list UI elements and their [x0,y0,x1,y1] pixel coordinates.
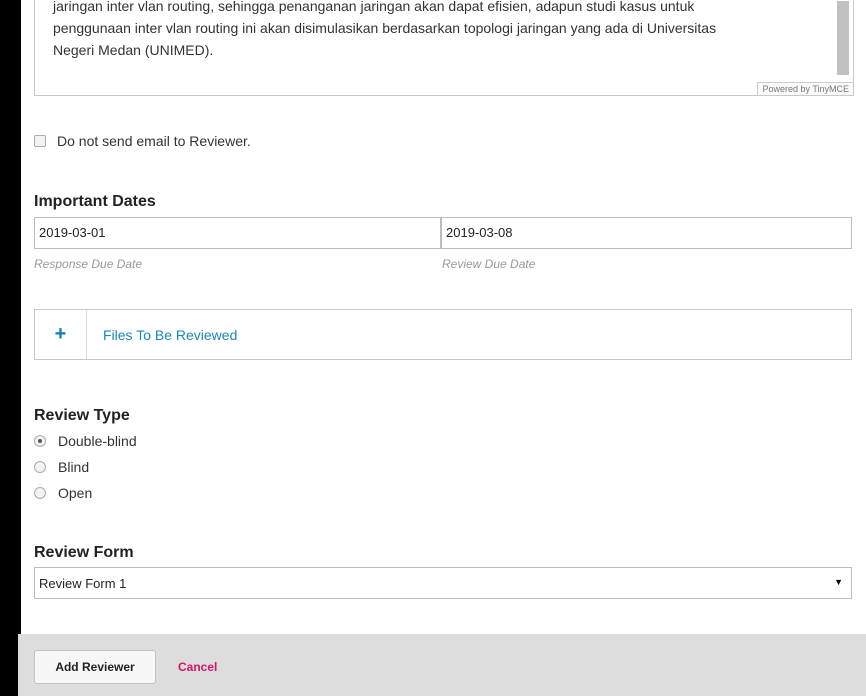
response-due-date-input[interactable]: 2019-03-01 [34,217,441,249]
skip-email-option[interactable]: Do not send email to Reviewer. [34,133,251,149]
form-footer: Add Reviewer Cancel [18,634,866,696]
radio-button[interactable] [34,461,46,473]
panel-edge [18,0,21,696]
editor-line: Negeri Medan (UNIMED). [53,42,214,58]
files-to-review-panel: + Files To Be Reviewed [34,309,852,360]
review-type-option-open[interactable]: Open [34,485,92,501]
expand-plus-icon[interactable]: + [35,310,87,359]
rich-text-editor[interactable]: jaringan inter vlan routing, sehingga pe… [34,0,854,96]
add-reviewer-button[interactable]: Add Reviewer [34,650,156,684]
radio-button[interactable] [34,435,46,447]
cancel-link[interactable]: Cancel [178,660,217,674]
skip-email-checkbox[interactable] [34,135,46,147]
skip-email-label: Do not send email to Reviewer. [57,133,251,149]
radio-label: Double-blind [58,433,137,449]
tinymce-branding[interactable]: Powered by TinyMCE [757,82,853,95]
editor-scrollbar[interactable] [837,1,849,75]
review-type-heading: Review Type [34,407,130,424]
response-due-date-hint: Response Due Date [34,257,143,271]
radio-label: Blind [58,459,90,475]
radio-button[interactable] [34,487,46,499]
review-form-heading: Review Form [34,544,134,561]
review-type-option-double-blind[interactable]: Double-blind [34,433,137,449]
editor-content[interactable]: jaringan inter vlan routing, sehingga pe… [53,0,833,61]
files-to-review-link[interactable]: Files To Be Reviewed [103,327,237,343]
review-form-selected-value: Review Form 1 [39,576,127,591]
add-reviewer-panel: jaringan inter vlan routing, sehingga pe… [18,0,866,696]
review-type-option-blind[interactable]: Blind [34,459,89,475]
editor-line: jaringan inter vlan routing, sehingga pe… [53,0,695,14]
review-form-select[interactable]: Review Form 1 ▼ [34,567,852,599]
editor-line: penggunaan inter vlan routing ini akan d… [53,20,717,36]
dropdown-caret-icon: ▼ [834,577,843,587]
radio-label: Open [58,485,93,501]
important-dates-heading: Important Dates [34,193,156,210]
review-due-date-hint: Review Due Date [442,257,536,271]
review-due-date-input[interactable]: 2019-03-08 [441,217,852,249]
